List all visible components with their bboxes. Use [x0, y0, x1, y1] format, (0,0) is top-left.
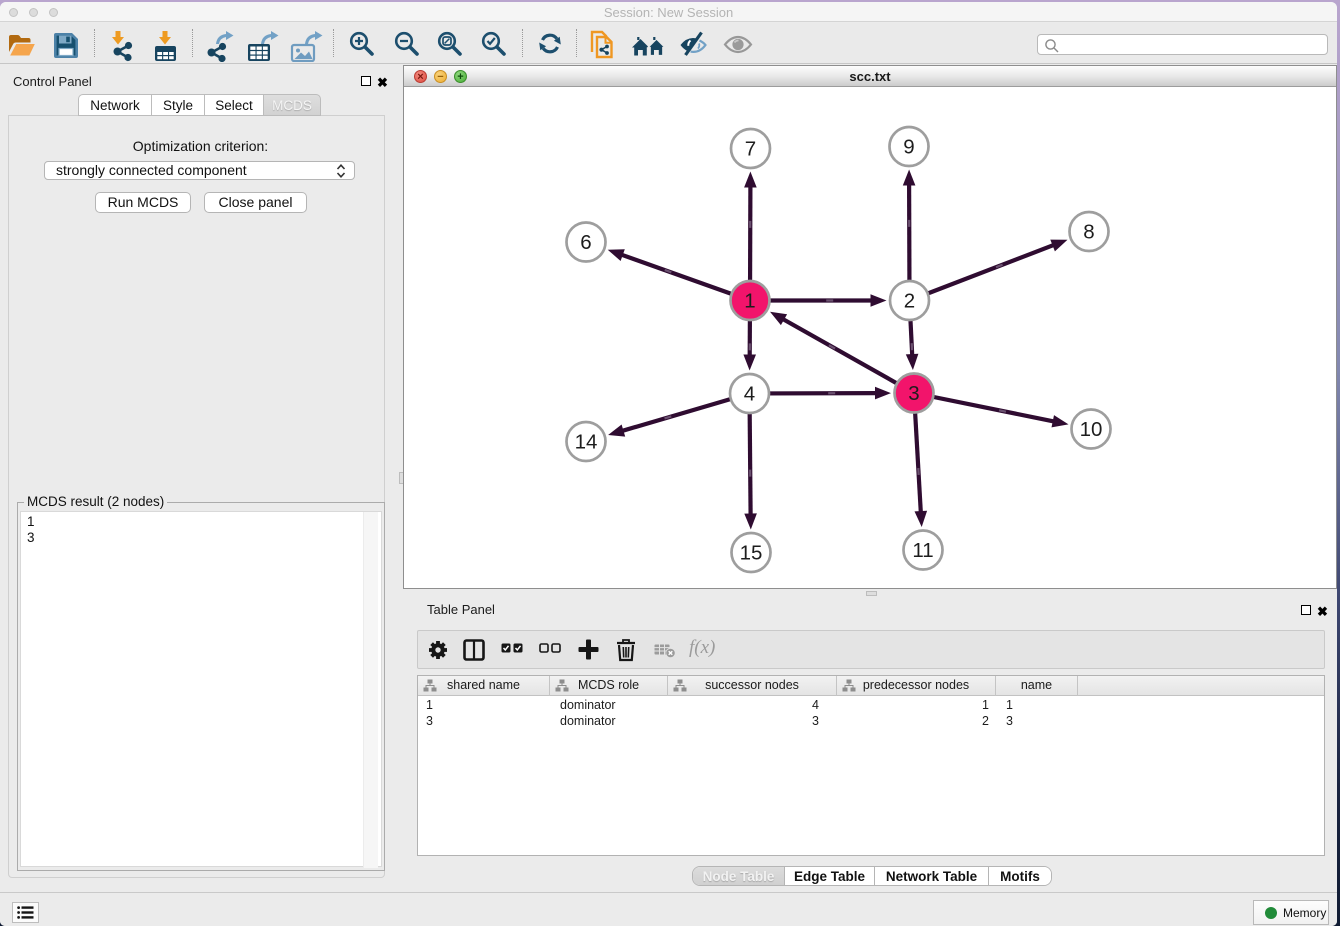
svg-text:2: 2 [904, 290, 915, 313]
svg-text:14: 14 [575, 431, 598, 454]
svg-text:15: 15 [740, 542, 763, 565]
svg-text:10: 10 [1080, 418, 1103, 441]
svg-text:1: 1 [744, 290, 755, 313]
svg-text:9: 9 [903, 136, 914, 159]
svg-text:8: 8 [1083, 221, 1094, 244]
svg-text:6: 6 [580, 231, 591, 254]
svg-text:7: 7 [745, 138, 756, 161]
svg-text:4: 4 [744, 383, 755, 406]
svg-text:11: 11 [912, 539, 933, 562]
svg-text:3: 3 [908, 382, 919, 405]
